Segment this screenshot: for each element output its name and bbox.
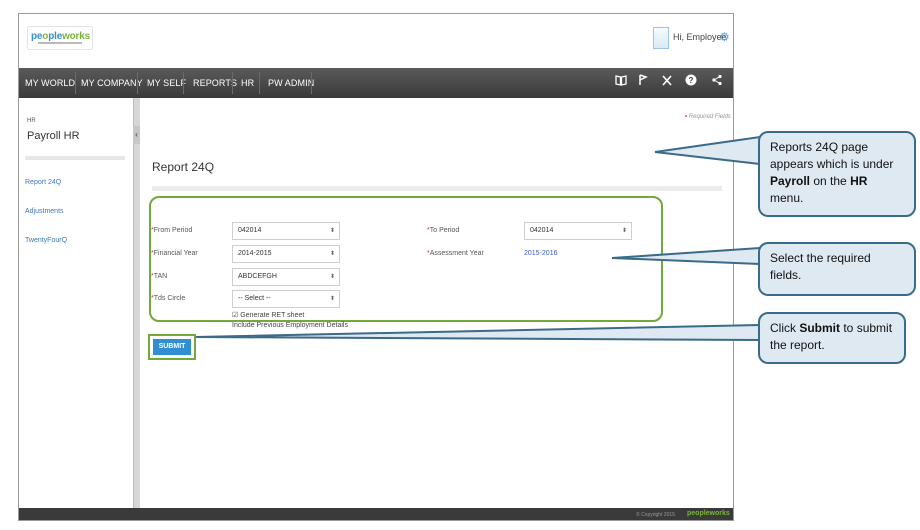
gear-icon[interactable]: ⚙ xyxy=(719,30,730,44)
sidebar-breadcrumb: HR xyxy=(27,118,36,124)
nav-separator xyxy=(75,72,76,94)
tools-icon[interactable] xyxy=(659,74,675,89)
assessment-year-value: 2015-2016 xyxy=(524,250,558,257)
tan-label: *TAN xyxy=(151,273,168,280)
required-fields-note: • Required Fields xyxy=(685,114,731,120)
callout-reports-page: Reports 24Q page appears which is under … xyxy=(758,131,916,217)
nav-hr[interactable]: HR xyxy=(241,68,254,98)
submit-button[interactable]: SUBMIT xyxy=(153,339,191,355)
copyright-text: © Copyright 2015 xyxy=(636,512,675,518)
sidebar-splitter[interactable] xyxy=(133,98,140,508)
book-icon[interactable] xyxy=(613,74,629,89)
form-highlight xyxy=(149,196,663,322)
callout-select-fields: Select the required fields. xyxy=(758,242,916,296)
nav-separator xyxy=(232,72,233,94)
nav-my-world[interactable]: MY WORLD xyxy=(25,68,75,98)
footer: © Copyright 2015 peopleworks xyxy=(19,508,733,520)
nav-separator xyxy=(137,72,138,94)
title-divider xyxy=(152,186,722,191)
chevron-down-icon: ⬍ xyxy=(329,296,335,302)
collapse-sidebar-icon[interactable]: ‹ xyxy=(133,126,140,144)
main-nav: MY WORLD MY COMPANY MY SELF REPORTS HR P… xyxy=(19,68,733,98)
from-period-label: *From Period xyxy=(151,227,193,234)
sidebar-item-report-24q[interactable]: Report 24Q xyxy=(25,179,61,186)
nav-pw-admin[interactable]: PW ADMIN xyxy=(268,68,314,98)
flag-icon[interactable] xyxy=(635,74,651,89)
chevron-down-icon: ⬍ xyxy=(329,228,335,234)
help-icon[interactable]: ? xyxy=(683,74,699,89)
financial-year-select[interactable]: 2014-2015 ⬍ xyxy=(232,245,340,263)
logo-tagline xyxy=(38,42,82,44)
to-period-label: *To Period xyxy=(427,227,460,234)
chevron-down-icon: ⬍ xyxy=(329,251,335,257)
peopleworks-logo[interactable]: peopleworks xyxy=(27,26,93,50)
chevron-down-icon: ⬍ xyxy=(621,228,627,234)
sidebar-divider xyxy=(25,156,125,160)
app-window: peopleworks Hi, Employee ⚙ MY WORLD MY C… xyxy=(18,13,734,521)
nav-my-self[interactable]: MY SELF xyxy=(147,68,186,98)
generate-ret-checkbox[interactable]: ☑ Generate RET sheet xyxy=(232,311,304,319)
tds-circle-select[interactable]: -- Select -- ⬍ xyxy=(232,290,340,308)
nav-separator xyxy=(259,72,260,94)
assessment-year-label: *Assessment Year xyxy=(427,250,484,257)
main-content: • Required Fields Report 24Q *From Perio… xyxy=(140,98,733,508)
sidebar-item-twentyfourq[interactable]: TwentyFourQ xyxy=(25,237,67,244)
avatar[interactable] xyxy=(653,27,669,49)
chevron-down-icon: ⬍ xyxy=(329,274,335,280)
logo-text: peopleworks xyxy=(31,31,90,42)
top-header: peopleworks Hi, Employee ⚙ xyxy=(19,14,733,68)
submit-highlight: SUBMIT xyxy=(148,334,196,360)
share-icon[interactable] xyxy=(709,74,725,89)
sidebar-item-adjustments[interactable]: Adjustments xyxy=(25,208,64,215)
sidebar: HR Payroll HR Report 24Q Adjustments Twe… xyxy=(19,98,133,508)
tan-select[interactable]: ABDCEFGH ⬍ xyxy=(232,268,340,286)
checkbox-icon: ☑ xyxy=(232,312,239,319)
tds-circle-label: *Tds Circle xyxy=(151,295,186,302)
callout-click-submit: Click Submit to submit the report. xyxy=(758,312,906,364)
svg-text:?: ? xyxy=(689,76,694,85)
nav-reports[interactable]: REPORTS xyxy=(193,68,237,98)
page-title: Report 24Q xyxy=(152,160,215,174)
nav-separator xyxy=(183,72,184,94)
nav-my-company[interactable]: MY COMPANY xyxy=(81,68,143,98)
nav-separator xyxy=(311,72,312,94)
financial-year-label: *Financial Year xyxy=(151,250,198,257)
to-period-select[interactable]: 042014 ⬍ xyxy=(524,222,632,240)
sidebar-title: Payroll HR xyxy=(27,130,80,142)
from-period-select[interactable]: 042014 ⬍ xyxy=(232,222,340,240)
include-previous-employment-label[interactable]: Include Previous Employment Details xyxy=(232,322,348,329)
footer-logo: peopleworks xyxy=(687,510,730,517)
